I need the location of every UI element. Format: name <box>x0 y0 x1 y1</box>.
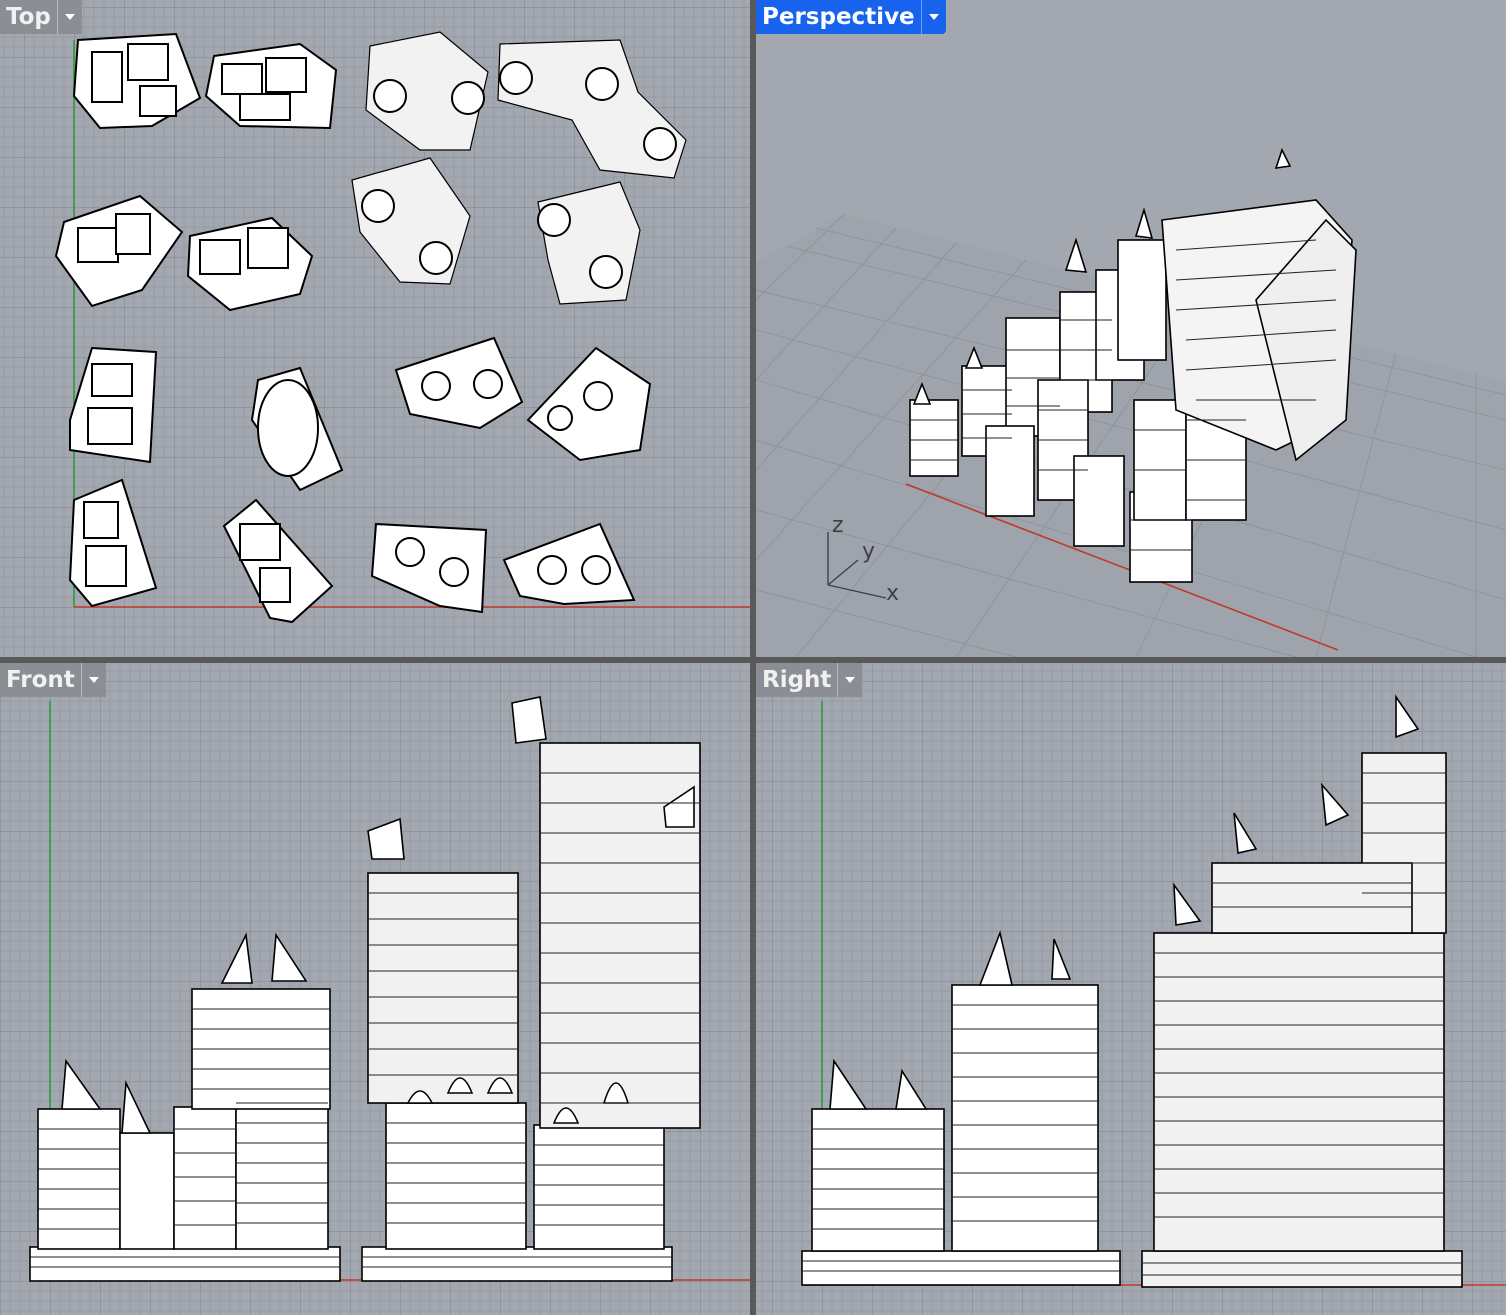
viewport-tab-top[interactable]: Top <box>0 0 82 34</box>
viewport-title[interactable]: Top <box>0 0 57 34</box>
viewport-front[interactable]: Front <box>0 663 750 1315</box>
chevron-down-icon[interactable] <box>920 0 946 34</box>
viewport-tab-right[interactable]: Right <box>756 663 863 697</box>
top-view-canvas[interactable] <box>0 0 750 657</box>
viewport-tab-perspective[interactable]: Perspective <box>756 0 946 34</box>
perspective-view-canvas[interactable]: z y x <box>756 0 1506 657</box>
chevron-down-icon[interactable] <box>80 663 106 697</box>
chevron-down-icon[interactable] <box>56 0 82 34</box>
viewport-title[interactable]: Right <box>756 663 838 697</box>
right-view-canvas[interactable] <box>756 663 1506 1315</box>
viewport-perspective[interactable]: z y x Perspective <box>756 0 1506 657</box>
axis-x-label: x <box>886 581 899 606</box>
viewport-title[interactable]: Front <box>0 663 81 697</box>
axis-z-label: z <box>832 513 844 538</box>
viewport-right[interactable]: Right <box>756 663 1506 1315</box>
axis-y-label: y <box>862 539 875 564</box>
viewport-title[interactable]: Perspective <box>756 0 921 34</box>
viewport-top[interactable]: Top <box>0 0 750 657</box>
viewport-tab-front[interactable]: Front <box>0 663 106 697</box>
front-view-canvas[interactable] <box>0 663 750 1315</box>
rhino-four-viewport-layout: Top z y x Perspective Front Right <box>0 0 1506 1315</box>
chevron-down-icon[interactable] <box>837 663 863 697</box>
